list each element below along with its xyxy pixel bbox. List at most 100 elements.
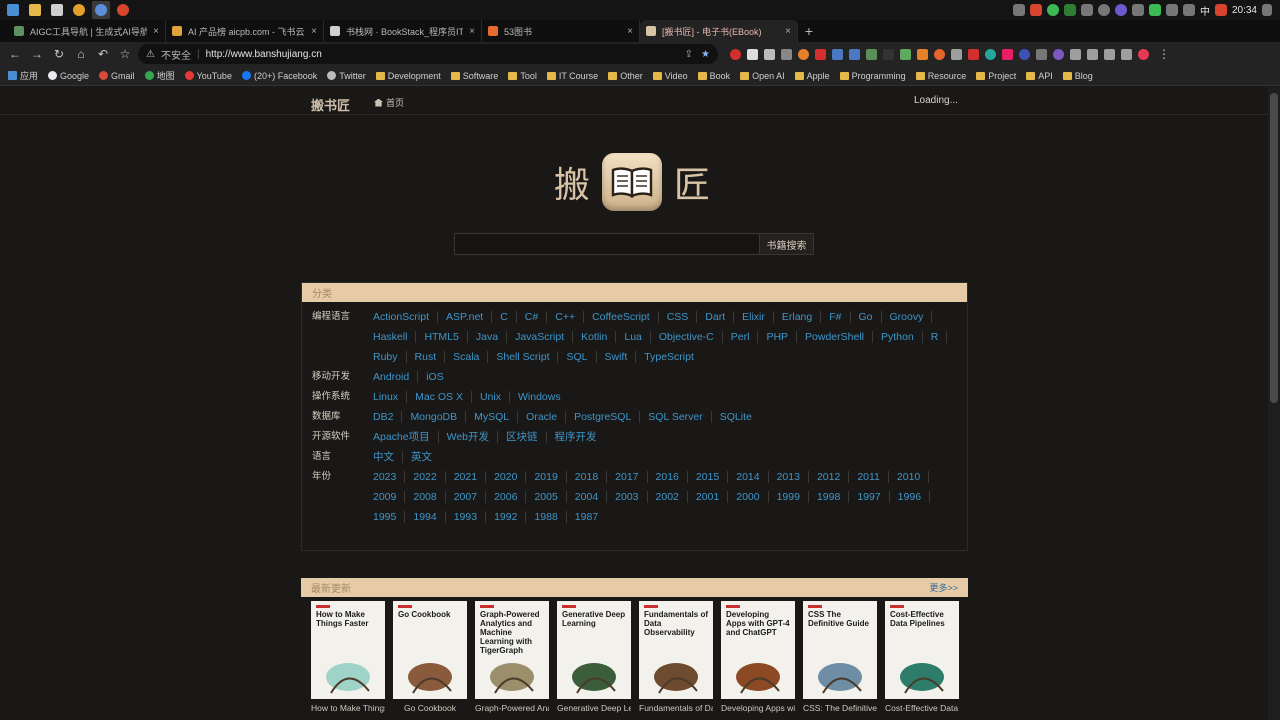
category-link[interactable]: Oracle <box>526 411 567 423</box>
category-link[interactable]: Groovy <box>890 311 933 323</box>
category-link[interactable]: Apache项目 <box>373 431 439 443</box>
bookmark-folder[interactable]: Resource <box>915 71 966 81</box>
category-link[interactable]: Kotlin <box>581 331 617 343</box>
book-cover[interactable]: Fundamentals of Data Observability <box>639 601 713 699</box>
bookmark-item[interactable]: 地图 <box>144 69 175 82</box>
browser-tab[interactable]: AIGC工具导航 | 生成式AI导航-全 × <box>8 20 166 42</box>
category-link[interactable]: 中文 <box>373 451 403 463</box>
extension-blue-icon[interactable] <box>832 48 843 60</box>
tab-close-icon[interactable]: × <box>627 26 633 37</box>
extension-x-icon[interactable] <box>747 48 758 60</box>
category-link[interactable]: PowderShell <box>805 331 873 343</box>
category-link[interactable]: 英文 <box>411 451 440 463</box>
windows-start-icon[interactable] <box>4 1 22 19</box>
bookmark-folder[interactable]: Video <box>652 71 688 81</box>
category-link[interactable]: Erlang <box>782 311 822 323</box>
category-link[interactable]: 1992 <box>494 511 527 523</box>
category-link[interactable]: CSS <box>667 311 698 323</box>
extension-teal-icon[interactable] <box>985 48 996 60</box>
category-link[interactable]: C <box>500 311 517 323</box>
category-link[interactable]: F# <box>829 311 851 323</box>
category-link[interactable]: Ruby <box>373 351 407 363</box>
page-scrollbar[interactable] <box>1268 87 1280 720</box>
category-link[interactable]: 2008 <box>413 491 446 503</box>
category-link[interactable]: 2006 <box>494 491 527 503</box>
category-link[interactable]: iOS <box>426 371 452 383</box>
sidepanel-icon[interactable] <box>1121 48 1132 60</box>
category-link[interactable]: Elixir <box>742 311 774 323</box>
category-link[interactable]: Objective-C <box>659 331 723 343</box>
bookmark-item[interactable]: 应用 <box>8 69 38 82</box>
bookmark-folder[interactable]: Software <box>450 71 498 81</box>
extensions-puzzle-icon[interactable] <box>1070 48 1081 60</box>
category-link[interactable]: Web开发 <box>447 431 499 443</box>
category-link[interactable]: SQL <box>566 351 597 363</box>
extension-red-icon[interactable] <box>815 48 826 60</box>
category-link[interactable]: R <box>931 331 948 343</box>
address-bar[interactable]: ⚠ 不安全 | http://www.banshujiang.cn ⇪ ★ <box>138 44 718 64</box>
star-filled-icon[interactable]: ★ <box>701 49 710 60</box>
category-link[interactable]: 1988 <box>534 511 567 523</box>
url-text[interactable]: http://www.banshujiang.cn <box>206 49 322 60</box>
book-cover[interactable]: Developing Apps with GPT-4 and ChatGPT <box>721 601 795 699</box>
bookmark-star-icon[interactable]: ☆ <box>116 45 134 63</box>
new-tab-button[interactable]: + <box>798 20 820 42</box>
category-link[interactable]: Linux <box>373 391 408 403</box>
category-link[interactable]: Mac OS X <box>415 391 472 403</box>
category-link[interactable]: 1994 <box>413 511 446 523</box>
category-link[interactable]: 1999 <box>777 491 809 503</box>
chrome-icon[interactable] <box>70 1 88 19</box>
book-card[interactable]: Generative Deep Learning Generative Deep … <box>557 601 631 713</box>
tray-vpn-icon[interactable] <box>1114 4 1127 16</box>
category-link[interactable]: PHP <box>766 331 798 343</box>
bookmark-folder[interactable]: API <box>1026 71 1053 81</box>
bookmark-folder[interactable]: Project <box>976 71 1016 81</box>
category-link[interactable]: 2023 <box>373 471 406 483</box>
category-link[interactable]: C# <box>525 311 548 323</box>
category-link[interactable]: PostgreSQL <box>574 411 641 423</box>
book-cover[interactable]: Graph-Powered Analytics and Machine Lear… <box>475 601 549 699</box>
category-link[interactable]: JavaScript <box>515 331 574 343</box>
book-search-input[interactable] <box>454 233 760 255</box>
category-link[interactable]: Shell Script <box>496 351 559 363</box>
file-explorer-icon[interactable] <box>26 1 44 19</box>
category-link[interactable]: 2018 <box>575 471 608 483</box>
book-title-link[interactable]: Developing Apps with GPT-4 <box>721 703 795 713</box>
category-link[interactable]: 2003 <box>615 491 648 503</box>
extension-a-icon[interactable] <box>917 48 928 60</box>
category-link[interactable]: ActionScript <box>373 311 439 323</box>
bookmark-folder[interactable]: Open AI <box>740 71 785 81</box>
book-title-link[interactable]: Cost-Effective Data Pipelines <box>885 703 959 713</box>
category-link[interactable]: MongoDB <box>410 411 467 423</box>
book-card[interactable]: Cost-Effective Data Pipelines Cost-Effect… <box>885 601 959 713</box>
tray-input-icon[interactable] <box>1214 4 1227 16</box>
tray-app-icon[interactable] <box>1012 4 1025 16</box>
scrollbar-thumb[interactable] <box>1270 93 1278 403</box>
share-icon[interactable]: ⇪ <box>685 49 693 60</box>
category-link[interactable]: 1996 <box>898 491 931 503</box>
category-link[interactable]: Swift <box>605 351 637 363</box>
category-link[interactable]: SQL Server <box>648 411 712 423</box>
category-link[interactable]: Windows <box>518 391 569 403</box>
bookmark-folder[interactable]: Other <box>608 71 643 81</box>
book-title-link[interactable]: Fundamentals of Data Observability <box>639 703 713 713</box>
category-link[interactable]: 区块链 <box>506 431 547 443</box>
category-link[interactable]: 2014 <box>736 471 769 483</box>
bookmark-folder[interactable]: Tool <box>508 71 537 81</box>
category-link[interactable]: 1995 <box>373 511 406 523</box>
category-link[interactable]: 2002 <box>656 491 688 503</box>
category-link[interactable]: 2010 <box>897 471 930 483</box>
download-icon[interactable] <box>1104 48 1115 60</box>
category-link[interactable]: ASP.net <box>446 311 493 323</box>
category-link[interactable]: 2017 <box>615 471 648 483</box>
category-link[interactable]: 2016 <box>656 471 688 483</box>
book-title-link[interactable]: How to Make Things Faster <box>311 703 385 713</box>
security-label[interactable]: 不安全 <box>161 47 191 62</box>
category-link[interactable]: 2005 <box>534 491 567 503</box>
book-card[interactable]: Fundamentals of Data Observability Fundam… <box>639 601 713 713</box>
tab-close-icon[interactable]: × <box>469 26 475 37</box>
extension-doc-icon[interactable] <box>764 48 775 60</box>
extension-copy-icon[interactable] <box>1036 48 1047 60</box>
undo-icon[interactable]: ↶ <box>94 45 112 63</box>
category-link[interactable]: 1998 <box>817 491 850 503</box>
